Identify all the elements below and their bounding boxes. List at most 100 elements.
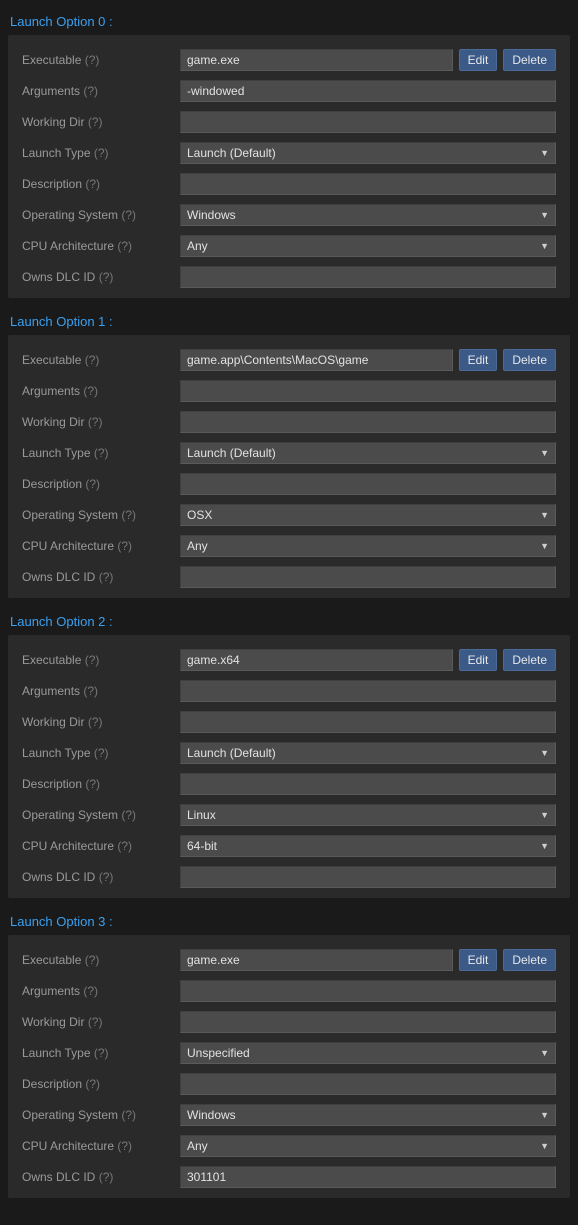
owns-dlc-id-input[interactable]	[180, 266, 556, 288]
help-icon[interactable]: (?)	[88, 415, 103, 429]
arguments-label: Arguments (?)	[22, 84, 180, 98]
help-icon[interactable]: (?)	[88, 1015, 103, 1029]
description-input[interactable]	[180, 773, 556, 795]
help-icon[interactable]: (?)	[121, 808, 136, 822]
working_dir-label: Working Dir (?)	[22, 415, 180, 429]
executable-label: Executable (?)	[22, 353, 180, 367]
owns_dlc_id-label: Owns DLC ID (?)	[22, 570, 180, 584]
operating-system-select[interactable]: Windows	[180, 204, 556, 226]
edit-button[interactable]: Edit	[459, 649, 498, 671]
cpu_architecture-label: CPU Architecture (?)	[22, 239, 180, 253]
help-icon[interactable]: (?)	[83, 984, 98, 998]
section-title: Launch Option 2 :	[8, 608, 570, 635]
cpu-architecture-select[interactable]: Any	[180, 1135, 556, 1157]
help-icon[interactable]: (?)	[117, 839, 132, 853]
section-body: Executable (?)EditDeleteArguments (?)Wor…	[8, 635, 570, 898]
cpu-architecture-select[interactable]: Any	[180, 535, 556, 557]
help-icon[interactable]: (?)	[85, 777, 100, 791]
delete-button[interactable]: Delete	[503, 649, 556, 671]
owns_dlc_id-label: Owns DLC ID (?)	[22, 870, 180, 884]
launch-option-section: Launch Option 0 :Executable (?)EditDelet…	[8, 8, 570, 298]
working_dir-label: Working Dir (?)	[22, 715, 180, 729]
executable-input[interactable]	[180, 349, 453, 371]
help-icon[interactable]: (?)	[85, 477, 100, 491]
launch-type-select[interactable]: Launch (Default)	[180, 142, 556, 164]
help-icon[interactable]: (?)	[85, 177, 100, 191]
help-icon[interactable]: (?)	[117, 239, 132, 253]
cpu-architecture-select[interactable]: 64-bit	[180, 835, 556, 857]
help-icon[interactable]: (?)	[85, 353, 100, 367]
help-icon[interactable]: (?)	[94, 746, 109, 760]
help-icon[interactable]: (?)	[99, 870, 114, 884]
help-icon[interactable]: (?)	[121, 208, 136, 222]
launch-type-select[interactable]: Unspecified	[180, 1042, 556, 1064]
section-body: Executable (?)EditDeleteArguments (?)Wor…	[8, 935, 570, 1198]
owns-dlc-id-input[interactable]	[180, 566, 556, 588]
executable-input[interactable]	[180, 949, 453, 971]
arguments-input[interactable]	[180, 80, 556, 102]
delete-button[interactable]: Delete	[503, 349, 556, 371]
help-icon[interactable]: (?)	[94, 446, 109, 460]
working-dir-input[interactable]	[180, 1011, 556, 1033]
section-body: Executable (?)EditDeleteArguments (?)Wor…	[8, 35, 570, 298]
help-icon[interactable]: (?)	[85, 1077, 100, 1091]
description-label: Description (?)	[22, 777, 180, 791]
help-icon[interactable]: (?)	[85, 653, 100, 667]
section-title: Launch Option 3 :	[8, 908, 570, 935]
cpu_architecture-label: CPU Architecture (?)	[22, 539, 180, 553]
working-dir-input[interactable]	[180, 411, 556, 433]
section-title: Launch Option 0 :	[8, 8, 570, 35]
help-icon[interactable]: (?)	[94, 146, 109, 160]
launch-type-select[interactable]: Launch (Default)	[180, 442, 556, 464]
cpu_architecture-label: CPU Architecture (?)	[22, 839, 180, 853]
owns_dlc_id-label: Owns DLC ID (?)	[22, 1170, 180, 1184]
help-icon[interactable]: (?)	[83, 684, 98, 698]
description-input[interactable]	[180, 1073, 556, 1095]
help-icon[interactable]: (?)	[85, 953, 100, 967]
operating_system-label: Operating System (?)	[22, 1108, 180, 1122]
arguments-input[interactable]	[180, 980, 556, 1002]
executable-input[interactable]	[180, 649, 453, 671]
working_dir-label: Working Dir (?)	[22, 115, 180, 129]
operating_system-label: Operating System (?)	[22, 508, 180, 522]
section-body: Executable (?) EditDelete Arguments (?) Wor…	[8, 335, 570, 598]
help-icon[interactable]: (?)	[99, 1170, 114, 1184]
help-icon[interactable]: (?)	[88, 115, 103, 129]
owns-dlc-id-input[interactable]	[180, 866, 556, 888]
help-icon[interactable]: (?)	[88, 715, 103, 729]
help-icon[interactable]: (?)	[85, 53, 100, 67]
edit-button[interactable]: Edit	[459, 349, 498, 371]
owns-dlc-id-input[interactable]	[180, 1166, 556, 1188]
arguments-input[interactable]	[180, 680, 556, 702]
cpu-architecture-select[interactable]: Any	[180, 235, 556, 257]
working-dir-input[interactable]	[180, 111, 556, 133]
description-input[interactable]	[180, 473, 556, 495]
arguments-input[interactable]	[180, 380, 556, 402]
working-dir-input[interactable]	[180, 711, 556, 733]
delete-button[interactable]: Delete	[503, 949, 556, 971]
description-label: Description (?)	[22, 1077, 180, 1091]
help-icon[interactable]: (?)	[117, 539, 132, 553]
help-icon[interactable]: (?)	[99, 270, 114, 284]
executable-input[interactable]	[180, 49, 453, 71]
launch_type-label: Launch Type (?)	[22, 746, 180, 760]
help-icon[interactable]: (?)	[121, 508, 136, 522]
cpu_architecture-label: CPU Architecture (?)	[22, 1139, 180, 1153]
help-icon[interactable]: (?)	[83, 84, 98, 98]
edit-button[interactable]: Edit	[459, 949, 498, 971]
help-icon[interactable]: (?)	[94, 1046, 109, 1060]
arguments-label: Arguments (?)	[22, 384, 180, 398]
arguments-label: Arguments (?)	[22, 684, 180, 698]
operating-system-select[interactable]: Windows	[180, 1104, 556, 1126]
edit-button[interactable]: Edit	[459, 49, 498, 71]
delete-button[interactable]: Delete	[503, 49, 556, 71]
help-icon[interactable]: (?)	[83, 384, 98, 398]
arguments-label: Arguments (?)	[22, 984, 180, 998]
help-icon[interactable]: (?)	[121, 1108, 136, 1122]
operating-system-select[interactable]: OSX	[180, 504, 556, 526]
help-icon[interactable]: (?)	[117, 1139, 132, 1153]
description-input[interactable]	[180, 173, 556, 195]
help-icon[interactable]: (?)	[99, 570, 114, 584]
operating-system-select[interactable]: Linux	[180, 804, 556, 826]
launch-type-select[interactable]: Launch (Default)	[180, 742, 556, 764]
